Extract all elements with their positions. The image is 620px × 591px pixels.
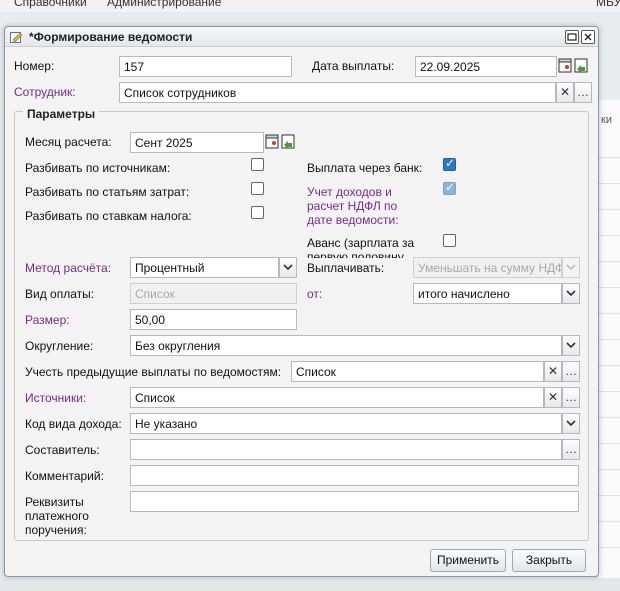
requisites-label-line3: поручения: — [25, 523, 87, 537]
split-tax-label: Разбивать по ставкам налога: — [25, 209, 192, 223]
rounding-label: Округление: — [25, 339, 94, 353]
month-input[interactable]: Сент 2025 — [130, 132, 264, 153]
app-menu-bar: Справочники Администрирование МБУ — [0, 0, 620, 12]
advance-label: Аванс (зарплата за первую половину — [307, 236, 417, 258]
date-label: Дата выплаты: — [312, 59, 395, 73]
bank-checkbox[interactable] — [443, 156, 456, 171]
ndfl-checkbox — [443, 180, 456, 195]
apply-button[interactable]: Применить — [430, 549, 506, 572]
prev-payments-label: Учесть предыдущие выплаты по ведомостям: — [25, 365, 282, 379]
split-costs-checkbox[interactable] — [251, 182, 264, 195]
params-legend: Параметры — [23, 107, 100, 121]
number-label: Номер: — [14, 59, 55, 73]
requisites-label-line2: платежного — [25, 509, 89, 523]
chevron-down-icon — [566, 342, 576, 349]
close-button[interactable]: Закрыть — [512, 549, 586, 572]
advance-checkbox[interactable] — [443, 234, 456, 247]
month-label: Месяц расчета: — [25, 135, 112, 149]
from-label: от: — [307, 287, 323, 301]
comment-input[interactable] — [130, 465, 579, 486]
month-select-icon[interactable] — [281, 133, 296, 151]
split-sources-label: Разбивать по источникам: — [25, 161, 171, 175]
author-label: Составитель: — [25, 443, 100, 457]
income-code-select[interactable]: Не указано — [130, 413, 562, 434]
ndfl-label-line1: Учет доходов и — [307, 185, 392, 199]
advance-label-line2: первую половину — [307, 250, 404, 258]
background-text: ки — [601, 114, 612, 126]
income-code-label: Код вида дохода: — [25, 417, 122, 431]
sources-clear-button[interactable]: ✕ — [544, 387, 562, 408]
document-edit-icon — [10, 32, 23, 43]
dialog-titlebar[interactable]: *Формирование ведомости — [5, 27, 598, 47]
bank-label: Выплата через банк: — [307, 161, 423, 175]
method-select[interactable]: Процентный — [130, 257, 279, 278]
statement-dialog: *Формирование ведомости Номер: 157 Дата … — [4, 26, 599, 577]
rounding-dropdown-button[interactable] — [562, 335, 580, 356]
menu-administration[interactable]: Администрирование — [107, 0, 221, 9]
chevron-down-icon — [566, 420, 576, 427]
pay-dropdown-button — [562, 257, 580, 278]
ndfl-label-line2: расчет НДФЛ по — [307, 199, 398, 213]
method-label: Метод расчёта: — [25, 261, 112, 275]
close-window-button[interactable] — [581, 30, 595, 44]
sources-label: Источники: — [25, 391, 87, 405]
chevron-down-icon — [283, 264, 293, 271]
employee-clear-button[interactable]: ✕ — [556, 82, 574, 103]
prev-payments-clear-button[interactable]: ✕ — [544, 361, 562, 382]
author-select-button[interactable]: … — [562, 439, 580, 460]
paytype-label: Вид оплаты: — [25, 287, 95, 301]
prev-payments-select-button[interactable]: … — [562, 361, 580, 382]
dialog-title: *Формирование ведомости — [29, 30, 193, 44]
sources-input[interactable]: Список — [130, 387, 544, 408]
advance-label-line1: Аванс (зарплата за — [307, 236, 415, 250]
background-grid: ки — [597, 100, 620, 578]
pay-select: Уменьшать на сумму НДФ — [413, 257, 562, 278]
maximize-button[interactable] — [565, 30, 579, 44]
ndfl-label-line3: дате ведомости: — [307, 213, 399, 227]
close-icon — [584, 33, 592, 41]
split-costs-label: Разбивать по статьям затрат: — [25, 185, 190, 199]
method-dropdown-button[interactable] — [279, 257, 297, 278]
size-label: Размер: — [25, 313, 70, 327]
employee-select-button[interactable]: … — [574, 82, 592, 103]
chevron-down-icon — [566, 264, 576, 271]
chevron-down-icon — [566, 290, 576, 297]
paytype-input: Список — [130, 283, 297, 304]
employee-input[interactable]: Список сотрудников — [119, 82, 556, 103]
date-input[interactable]: 22.09.2025 — [415, 56, 557, 77]
requisites-label-line1: Реквизиты — [25, 495, 84, 509]
number-input[interactable]: 157 — [119, 56, 292, 77]
income-code-dropdown-button[interactable] — [562, 413, 580, 434]
split-tax-checkbox[interactable] — [251, 206, 264, 219]
calendar-icon[interactable] — [558, 57, 573, 75]
calendar-select-icon[interactable] — [574, 57, 589, 75]
rounding-select[interactable]: Без округления — [130, 335, 562, 356]
menu-directories[interactable]: Справочники — [14, 0, 87, 9]
background-footer — [0, 578, 620, 591]
split-sources-checkbox[interactable] — [251, 158, 264, 171]
size-input[interactable]: 50,00 — [130, 309, 297, 330]
author-input[interactable] — [130, 439, 562, 460]
sources-select-button[interactable]: … — [562, 387, 580, 408]
employee-label: Сотрудник: — [14, 85, 76, 99]
comment-label: Комментарий: — [25, 469, 104, 483]
requisites-input[interactable] — [130, 491, 579, 512]
from-select[interactable]: итого начислено — [413, 283, 562, 304]
month-calendar-icon[interactable] — [265, 133, 280, 151]
prev-payments-input[interactable]: Список — [291, 361, 544, 382]
maximize-icon — [567, 33, 577, 41]
pay-label: Выплачивать: — [307, 261, 385, 275]
from-dropdown-button[interactable] — [562, 283, 580, 304]
menu-org: МБУ — [596, 0, 620, 9]
